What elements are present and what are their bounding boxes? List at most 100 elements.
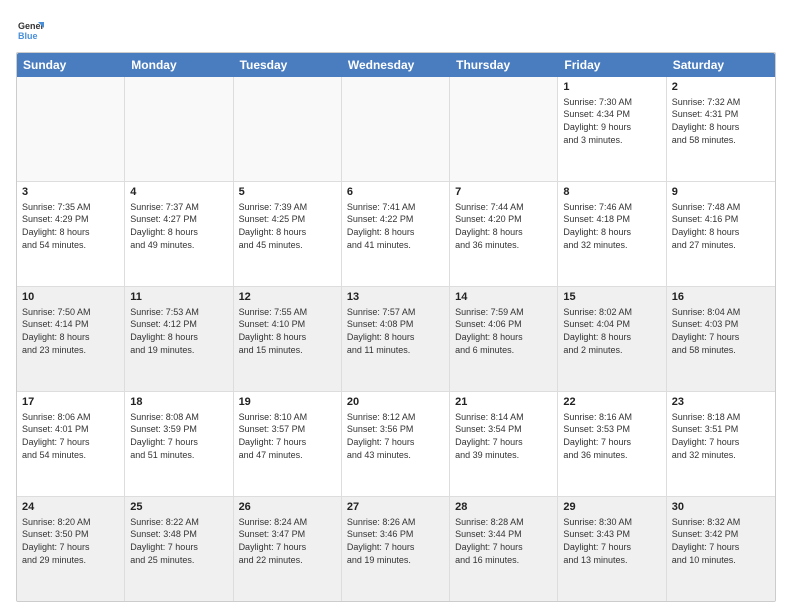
day-number: 14 bbox=[455, 290, 552, 305]
day-cell-4: 4Sunrise: 7:37 AM Sunset: 4:27 PM Daylig… bbox=[125, 182, 233, 286]
empty-cell bbox=[17, 77, 125, 181]
day-info: Sunrise: 8:26 AM Sunset: 3:46 PM Dayligh… bbox=[347, 516, 444, 566]
logo: General Blue bbox=[16, 16, 48, 44]
day-number: 19 bbox=[239, 395, 336, 410]
day-cell-10: 10Sunrise: 7:50 AM Sunset: 4:14 PM Dayli… bbox=[17, 287, 125, 391]
day-number: 11 bbox=[130, 290, 227, 305]
day-cell-12: 12Sunrise: 7:55 AM Sunset: 4:10 PM Dayli… bbox=[234, 287, 342, 391]
day-number: 21 bbox=[455, 395, 552, 410]
day-cell-30: 30Sunrise: 8:32 AM Sunset: 3:42 PM Dayli… bbox=[667, 497, 775, 601]
day-info: Sunrise: 7:50 AM Sunset: 4:14 PM Dayligh… bbox=[22, 306, 119, 356]
day-cell-28: 28Sunrise: 8:28 AM Sunset: 3:44 PM Dayli… bbox=[450, 497, 558, 601]
day-number: 7 bbox=[455, 185, 552, 200]
day-cell-18: 18Sunrise: 8:08 AM Sunset: 3:59 PM Dayli… bbox=[125, 392, 233, 496]
day-number: 27 bbox=[347, 500, 444, 515]
day-header-thursday: Thursday bbox=[450, 53, 558, 77]
day-number: 10 bbox=[22, 290, 119, 305]
day-header-sunday: Sunday bbox=[17, 53, 125, 77]
day-number: 18 bbox=[130, 395, 227, 410]
day-number: 16 bbox=[672, 290, 770, 305]
day-number: 24 bbox=[22, 500, 119, 515]
day-info: Sunrise: 7:30 AM Sunset: 4:34 PM Dayligh… bbox=[563, 96, 660, 146]
day-number: 9 bbox=[672, 185, 770, 200]
day-cell-1: 1Sunrise: 7:30 AM Sunset: 4:34 PM Daylig… bbox=[558, 77, 666, 181]
day-info: Sunrise: 8:20 AM Sunset: 3:50 PM Dayligh… bbox=[22, 516, 119, 566]
day-number: 3 bbox=[22, 185, 119, 200]
day-header-wednesday: Wednesday bbox=[342, 53, 450, 77]
day-info: Sunrise: 8:02 AM Sunset: 4:04 PM Dayligh… bbox=[563, 306, 660, 356]
day-number: 23 bbox=[672, 395, 770, 410]
day-info: Sunrise: 7:39 AM Sunset: 4:25 PM Dayligh… bbox=[239, 201, 336, 251]
empty-cell bbox=[234, 77, 342, 181]
day-info: Sunrise: 7:37 AM Sunset: 4:27 PM Dayligh… bbox=[130, 201, 227, 251]
week-row-2: 10Sunrise: 7:50 AM Sunset: 4:14 PM Dayli… bbox=[17, 287, 775, 392]
day-number: 17 bbox=[22, 395, 119, 410]
day-info: Sunrise: 8:14 AM Sunset: 3:54 PM Dayligh… bbox=[455, 411, 552, 461]
day-info: Sunrise: 7:48 AM Sunset: 4:16 PM Dayligh… bbox=[672, 201, 770, 251]
day-cell-16: 16Sunrise: 8:04 AM Sunset: 4:03 PM Dayli… bbox=[667, 287, 775, 391]
svg-text:Blue: Blue bbox=[18, 31, 38, 41]
day-info: Sunrise: 8:16 AM Sunset: 3:53 PM Dayligh… bbox=[563, 411, 660, 461]
day-info: Sunrise: 8:24 AM Sunset: 3:47 PM Dayligh… bbox=[239, 516, 336, 566]
day-cell-14: 14Sunrise: 7:59 AM Sunset: 4:06 PM Dayli… bbox=[450, 287, 558, 391]
week-row-4: 24Sunrise: 8:20 AM Sunset: 3:50 PM Dayli… bbox=[17, 497, 775, 601]
day-number: 12 bbox=[239, 290, 336, 305]
week-row-1: 3Sunrise: 7:35 AM Sunset: 4:29 PM Daylig… bbox=[17, 182, 775, 287]
day-info: Sunrise: 7:57 AM Sunset: 4:08 PM Dayligh… bbox=[347, 306, 444, 356]
day-number: 30 bbox=[672, 500, 770, 515]
empty-cell bbox=[125, 77, 233, 181]
day-number: 26 bbox=[239, 500, 336, 515]
header: General Blue bbox=[16, 16, 776, 44]
day-cell-26: 26Sunrise: 8:24 AM Sunset: 3:47 PM Dayli… bbox=[234, 497, 342, 601]
day-info: Sunrise: 8:22 AM Sunset: 3:48 PM Dayligh… bbox=[130, 516, 227, 566]
calendar-page: General Blue SundayMondayTuesdayWednesda… bbox=[0, 0, 792, 612]
day-cell-23: 23Sunrise: 8:18 AM Sunset: 3:51 PM Dayli… bbox=[667, 392, 775, 496]
day-number: 6 bbox=[347, 185, 444, 200]
day-cell-24: 24Sunrise: 8:20 AM Sunset: 3:50 PM Dayli… bbox=[17, 497, 125, 601]
day-header-tuesday: Tuesday bbox=[234, 53, 342, 77]
day-number: 13 bbox=[347, 290, 444, 305]
day-cell-13: 13Sunrise: 7:57 AM Sunset: 4:08 PM Dayli… bbox=[342, 287, 450, 391]
day-cell-8: 8Sunrise: 7:46 AM Sunset: 4:18 PM Daylig… bbox=[558, 182, 666, 286]
day-cell-5: 5Sunrise: 7:39 AM Sunset: 4:25 PM Daylig… bbox=[234, 182, 342, 286]
day-number: 28 bbox=[455, 500, 552, 515]
day-info: Sunrise: 8:10 AM Sunset: 3:57 PM Dayligh… bbox=[239, 411, 336, 461]
day-number: 4 bbox=[130, 185, 227, 200]
day-info: Sunrise: 7:35 AM Sunset: 4:29 PM Dayligh… bbox=[22, 201, 119, 251]
day-number: 5 bbox=[239, 185, 336, 200]
day-info: Sunrise: 8:04 AM Sunset: 4:03 PM Dayligh… bbox=[672, 306, 770, 356]
day-cell-22: 22Sunrise: 8:16 AM Sunset: 3:53 PM Dayli… bbox=[558, 392, 666, 496]
day-info: Sunrise: 8:18 AM Sunset: 3:51 PM Dayligh… bbox=[672, 411, 770, 461]
logo-icon: General Blue bbox=[16, 16, 44, 44]
calendar-header: SundayMondayTuesdayWednesdayThursdayFrid… bbox=[17, 53, 775, 77]
day-cell-11: 11Sunrise: 7:53 AM Sunset: 4:12 PM Dayli… bbox=[125, 287, 233, 391]
day-info: Sunrise: 8:30 AM Sunset: 3:43 PM Dayligh… bbox=[563, 516, 660, 566]
empty-cell bbox=[342, 77, 450, 181]
week-row-0: 1Sunrise: 7:30 AM Sunset: 4:34 PM Daylig… bbox=[17, 77, 775, 182]
calendar-body: 1Sunrise: 7:30 AM Sunset: 4:34 PM Daylig… bbox=[17, 77, 775, 601]
day-number: 1 bbox=[563, 80, 660, 95]
day-info: Sunrise: 8:32 AM Sunset: 3:42 PM Dayligh… bbox=[672, 516, 770, 566]
day-info: Sunrise: 7:46 AM Sunset: 4:18 PM Dayligh… bbox=[563, 201, 660, 251]
day-info: Sunrise: 7:32 AM Sunset: 4:31 PM Dayligh… bbox=[672, 96, 770, 146]
day-cell-3: 3Sunrise: 7:35 AM Sunset: 4:29 PM Daylig… bbox=[17, 182, 125, 286]
day-number: 29 bbox=[563, 500, 660, 515]
day-number: 2 bbox=[672, 80, 770, 95]
day-info: Sunrise: 7:59 AM Sunset: 4:06 PM Dayligh… bbox=[455, 306, 552, 356]
day-number: 8 bbox=[563, 185, 660, 200]
day-cell-15: 15Sunrise: 8:02 AM Sunset: 4:04 PM Dayli… bbox=[558, 287, 666, 391]
day-cell-25: 25Sunrise: 8:22 AM Sunset: 3:48 PM Dayli… bbox=[125, 497, 233, 601]
day-info: Sunrise: 7:41 AM Sunset: 4:22 PM Dayligh… bbox=[347, 201, 444, 251]
day-info: Sunrise: 8:06 AM Sunset: 4:01 PM Dayligh… bbox=[22, 411, 119, 461]
day-header-friday: Friday bbox=[558, 53, 666, 77]
day-cell-20: 20Sunrise: 8:12 AM Sunset: 3:56 PM Dayli… bbox=[342, 392, 450, 496]
day-number: 20 bbox=[347, 395, 444, 410]
day-number: 15 bbox=[563, 290, 660, 305]
day-info: Sunrise: 8:28 AM Sunset: 3:44 PM Dayligh… bbox=[455, 516, 552, 566]
day-info: Sunrise: 7:55 AM Sunset: 4:10 PM Dayligh… bbox=[239, 306, 336, 356]
calendar: SundayMondayTuesdayWednesdayThursdayFrid… bbox=[16, 52, 776, 602]
day-info: Sunrise: 7:53 AM Sunset: 4:12 PM Dayligh… bbox=[130, 306, 227, 356]
day-header-saturday: Saturday bbox=[667, 53, 775, 77]
day-cell-29: 29Sunrise: 8:30 AM Sunset: 3:43 PM Dayli… bbox=[558, 497, 666, 601]
day-cell-17: 17Sunrise: 8:06 AM Sunset: 4:01 PM Dayli… bbox=[17, 392, 125, 496]
